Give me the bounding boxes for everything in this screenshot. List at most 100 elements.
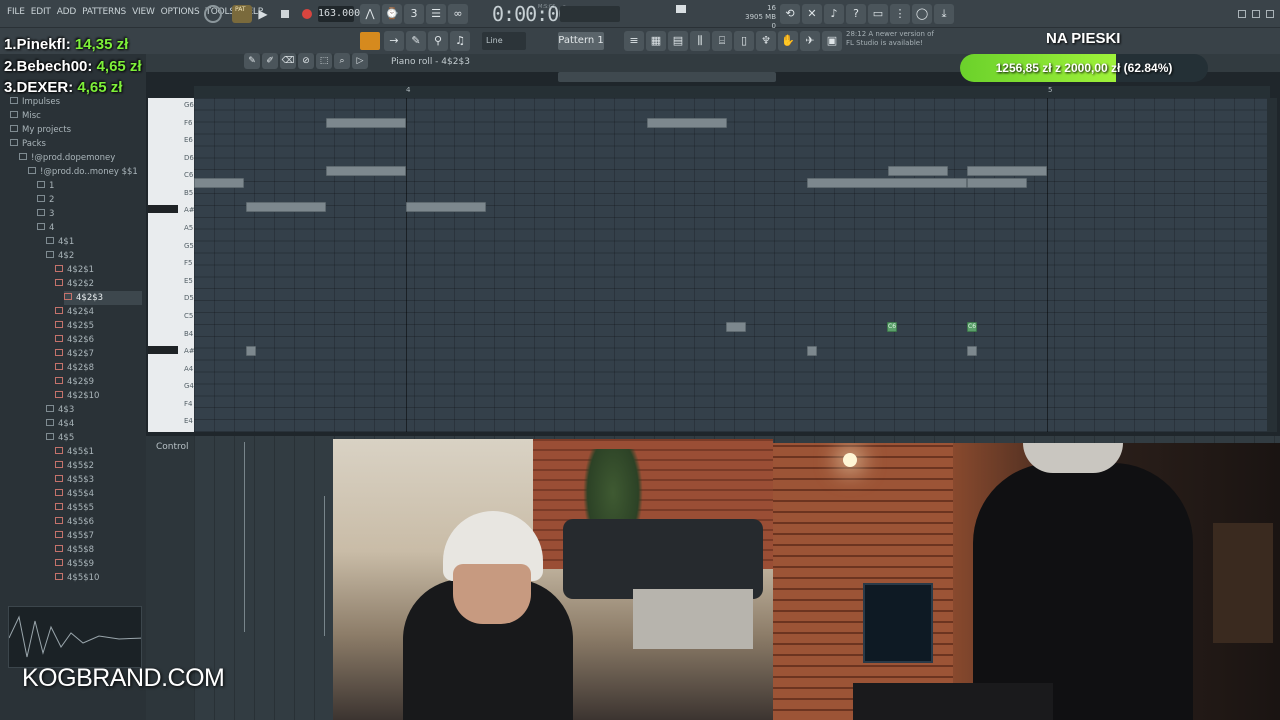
browser-item-pack[interactable]: 2 bbox=[37, 193, 142, 207]
browser-item-pack[interactable]: 4$4 bbox=[46, 417, 142, 431]
pattern-selector[interactable]: Pattern 1 bbox=[558, 32, 604, 50]
pencil-icon[interactable]: ✎ bbox=[244, 53, 260, 69]
menu-options[interactable]: OPTIONS bbox=[158, 7, 203, 17]
snap-selector[interactable]: Line bbox=[482, 32, 526, 50]
note[interactable] bbox=[647, 118, 727, 128]
panic-icon[interactable]: ✕ bbox=[802, 4, 822, 24]
save-icon[interactable]: ▭ bbox=[868, 4, 888, 24]
note[interactable] bbox=[246, 346, 256, 356]
record-button[interactable] bbox=[298, 5, 316, 23]
browser-item-pattern[interactable]: 4$2$9 bbox=[55, 375, 142, 389]
update-notice[interactable]: 28:12 A newer version of FL Studio is av… bbox=[846, 30, 934, 48]
undo-history-icon[interactable]: ⟲ bbox=[780, 4, 800, 24]
link-icon[interactable]: ⚲ bbox=[428, 31, 448, 51]
note-grid[interactable]: C6 C6 bbox=[194, 98, 1270, 432]
browser-item-pattern[interactable]: 4$5$10 bbox=[55, 571, 142, 585]
touch-controller-icon[interactable]: ✋ bbox=[778, 31, 798, 51]
note[interactable] bbox=[406, 202, 486, 212]
browser-item-pattern[interactable]: 4$2$5 bbox=[55, 319, 142, 333]
sample-preview-waveform[interactable] bbox=[8, 606, 142, 668]
browser-item-pack[interactable]: 4$2 bbox=[46, 249, 142, 263]
vertical-scrollbar[interactable] bbox=[1267, 98, 1277, 432]
tempo-tapper-icon[interactable]: ✈ bbox=[800, 31, 820, 51]
loop-record-icon[interactable]: ∞ bbox=[448, 4, 468, 24]
browser-item-pattern[interactable]: 4$5$1 bbox=[55, 445, 142, 459]
note[interactable] bbox=[246, 202, 326, 212]
control-label[interactable]: Control bbox=[156, 442, 189, 452]
browser-item-pattern[interactable]: 4$2$3 bbox=[64, 291, 142, 305]
plugin-icon[interactable]: ▯ bbox=[734, 31, 754, 51]
browser-item-pack[interactable]: 1 bbox=[37, 179, 142, 193]
mixer-icon[interactable]: ⋮ bbox=[890, 4, 910, 24]
browser-item-folder[interactable]: Packs bbox=[10, 137, 142, 151]
menu-add[interactable]: ADD bbox=[54, 7, 79, 17]
microphone-icon[interactable]: ♪ bbox=[824, 4, 844, 24]
close-button[interactable] bbox=[1266, 10, 1274, 18]
download-icon[interactable]: ⤓ bbox=[934, 4, 954, 24]
tempo-display[interactable]: 163.000 bbox=[318, 6, 360, 22]
velocity-bar[interactable] bbox=[244, 442, 245, 632]
horizontal-scrollbar[interactable] bbox=[558, 72, 776, 82]
browser-item-pattern[interactable]: 4$2$1 bbox=[55, 263, 142, 277]
mixer-view-icon[interactable]: ⫼ bbox=[690, 31, 710, 51]
mute-icon[interactable]: ⊘ bbox=[298, 53, 314, 69]
chat-icon[interactable]: ◯ bbox=[912, 4, 932, 24]
select-icon[interactable]: ⬚ bbox=[316, 53, 332, 69]
browser-item-folder[interactable]: !@prod.do..money $$1 bbox=[28, 165, 142, 179]
maximize-button[interactable] bbox=[1252, 10, 1260, 18]
menu-patterns[interactable]: PATTERNS bbox=[79, 7, 129, 17]
menu-edit[interactable]: EDIT bbox=[28, 7, 54, 17]
browser-item-pattern[interactable]: 4$5$2 bbox=[55, 459, 142, 473]
plugin-picker-icon[interactable]: ♆ bbox=[756, 31, 776, 51]
stop-button[interactable] bbox=[276, 5, 294, 23]
browser-item-pattern[interactable]: 4$2$6 bbox=[55, 333, 142, 347]
browser-item-pattern[interactable]: 4$5$5 bbox=[55, 501, 142, 515]
piano-keyboard[interactable]: G6 F6 E6 D6 C6 B5 A#5 A5 G5 F5 E5 D5 C5 B4 A#4 A4 G4 F4 E4 bbox=[148, 98, 199, 432]
wait-input-icon[interactable]: ⌚ bbox=[382, 4, 402, 24]
menu-view[interactable]: VIEW bbox=[129, 7, 158, 17]
browser-item-pack[interactable]: 4$5 bbox=[46, 431, 142, 445]
metronome-icon[interactable]: ⋀ bbox=[360, 4, 380, 24]
playback-icon[interactable]: ▷ bbox=[352, 53, 368, 69]
play-button[interactable]: ▶ bbox=[254, 5, 272, 23]
browser-item-pattern[interactable]: 4$5$9 bbox=[55, 557, 142, 571]
browser-item-pattern[interactable]: 4$5$7 bbox=[55, 529, 142, 543]
zoom-icon[interactable]: ⌕ bbox=[334, 53, 350, 69]
browser-item-pack[interactable]: 3 bbox=[37, 207, 142, 221]
minimize-button[interactable] bbox=[1238, 10, 1246, 18]
pencil-tool-icon[interactable]: ✎ bbox=[406, 31, 426, 51]
black-key[interactable] bbox=[148, 205, 178, 214]
browser-icon[interactable]: ⌸ bbox=[712, 31, 732, 51]
performance-icon[interactable]: ▣ bbox=[822, 31, 842, 51]
hint-icon[interactable] bbox=[204, 5, 222, 23]
browser-item-pattern[interactable]: 4$5$3 bbox=[55, 473, 142, 487]
note[interactable] bbox=[967, 346, 977, 356]
piano-roll-shortcut-icon[interactable] bbox=[360, 32, 380, 50]
playlist-icon[interactable]: ≡ bbox=[624, 31, 644, 51]
note[interactable] bbox=[194, 178, 244, 188]
piano-roll-icon[interactable]: ▤ bbox=[668, 31, 688, 51]
browser-item-pattern[interactable]: 4$2$7 bbox=[55, 347, 142, 361]
note-selected[interactable]: C6 bbox=[887, 322, 897, 332]
note[interactable] bbox=[967, 166, 1047, 176]
stamp-icon[interactable]: ♫ bbox=[450, 31, 470, 51]
timeline-ruler[interactable]: 4 5 bbox=[194, 86, 1270, 98]
countdown-icon[interactable]: 3 bbox=[404, 4, 424, 24]
velocity-bar[interactable] bbox=[324, 496, 325, 636]
note[interactable] bbox=[807, 346, 817, 356]
browser-item-pattern[interactable]: 4$2$10 bbox=[55, 389, 142, 403]
note[interactable] bbox=[326, 118, 406, 128]
browser-item-pattern[interactable]: 4$5$6 bbox=[55, 515, 142, 529]
arrow-tool-icon[interactable]: → bbox=[384, 31, 404, 51]
note[interactable] bbox=[967, 178, 1027, 188]
browser-item-pack[interactable]: 4$1 bbox=[46, 235, 142, 249]
browser-item-pack[interactable]: 4 bbox=[37, 221, 142, 235]
black-key[interactable] bbox=[148, 346, 178, 355]
note[interactable] bbox=[326, 166, 406, 176]
browser-item-pattern[interactable]: 4$2$4 bbox=[55, 305, 142, 319]
browser-item-pattern[interactable]: 4$2$2 bbox=[55, 277, 142, 291]
browser-item-folder[interactable]: Misc bbox=[10, 109, 142, 123]
help-icon[interactable]: ? bbox=[846, 4, 866, 24]
browser-item-pattern[interactable]: 4$5$8 bbox=[55, 543, 142, 557]
channel-rack-icon[interactable]: ▦ bbox=[646, 31, 666, 51]
